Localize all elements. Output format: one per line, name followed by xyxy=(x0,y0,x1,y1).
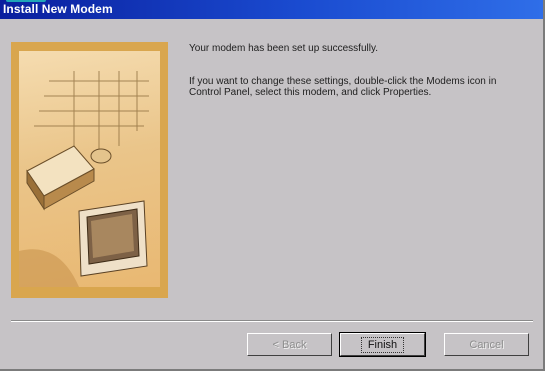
separator-highlight xyxy=(11,321,533,322)
wizard-illustration xyxy=(11,42,168,298)
finish-button-label: Finish xyxy=(360,336,405,353)
illustration-panel xyxy=(19,51,160,287)
cancel-button[interactable]: Cancel xyxy=(444,333,529,356)
install-new-modem-dialog: Install New Modem Your modem has been se… xyxy=(0,0,545,371)
back-button[interactable]: < Back xyxy=(247,333,332,356)
back-button-label: < Back xyxy=(272,338,307,351)
modem-computer-illustration xyxy=(19,71,149,287)
instructions-message: If you want to change these settings, do… xyxy=(189,76,497,98)
finish-button[interactable]: Finish xyxy=(339,332,426,357)
window-title: Install New Modem xyxy=(3,2,113,16)
title-bar[interactable]: Install New Modem xyxy=(0,0,543,19)
success-message: Your modem has been set up successfully. xyxy=(189,43,378,54)
cancel-button-label: Cancel xyxy=(469,338,504,351)
